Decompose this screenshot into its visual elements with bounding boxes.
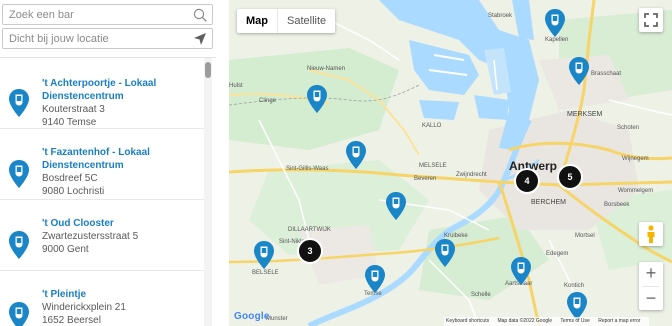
zoom-controls: + − [639, 262, 663, 310]
map-bar-pin[interactable] [253, 240, 275, 270]
item-street: Bosdreef 5C [42, 173, 98, 184]
bar-pin-icon [9, 302, 29, 326]
locate-arrow-icon[interactable] [193, 32, 207, 46]
map-type-map-button[interactable]: Map [237, 9, 277, 33]
map-bar-pin[interactable] [434, 238, 456, 268]
list-item[interactable]: 't Oud Clooster Zwartezustersstraat 5 90… [0, 200, 204, 271]
label-clinge: Clinge [259, 98, 277, 104]
zoom-in-button[interactable]: + [639, 262, 663, 286]
google-logo[interactable]: Google [234, 311, 270, 322]
fullscreen-button[interactable] [639, 8, 663, 32]
map-bar-pin[interactable] [306, 84, 328, 114]
item-city: 9000 Gent [42, 244, 89, 255]
map-attribution: Keyboard shortcuts Map data ©2022 Google… [444, 317, 650, 326]
fullscreen-icon [644, 13, 658, 27]
list-item[interactable]: 't Fazantenhof - Lokaal Dienstencentrum … [0, 129, 204, 200]
label-zwijndrecht: Zwijndrecht [456, 172, 487, 178]
bar-pin-icon [9, 160, 29, 188]
map-bar-pin[interactable] [568, 56, 590, 86]
label-schoten: Schoten [617, 125, 640, 131]
label-mortsel: Mortsel [575, 233, 595, 239]
terms-link[interactable]: Terms of Use [560, 318, 589, 324]
label-borsbeek: Borsbeek [604, 202, 630, 208]
item-name[interactable]: 't Pleintje [42, 288, 202, 301]
street-view-button[interactable] [639, 222, 663, 246]
report-error-link[interactable]: Report a map error [598, 318, 640, 324]
map[interactable]: Antwerp Stabroek Kapellen Brasschaat Nie… [229, 0, 672, 326]
label-wommelgem: Wommelgem [618, 188, 654, 194]
results-panel: 't Achterpoortje - Lokaal Dienstencentru… [0, 0, 216, 326]
item-name[interactable]: 't Fazantenhof - Lokaal Dienstencentrum [42, 146, 202, 172]
item-name[interactable]: 't Oud Clooster [42, 217, 202, 230]
list-scrollbar[interactable] [204, 58, 212, 326]
item-street: Zwartezustersstraat 5 [42, 231, 139, 242]
label-wijnegem: Wijnegem [622, 156, 649, 162]
google-logo-text: Google [234, 311, 270, 322]
label-sint-gillis: Sint-Gillis-Waas [286, 166, 329, 172]
map-type-control: Map Satellite [237, 9, 336, 33]
scrollbar-thumb[interactable] [205, 62, 211, 78]
label-beveren: Beveren [414, 176, 437, 182]
map-cluster-marker[interactable]: 4 [514, 168, 540, 194]
list-item[interactable]: 't Achterpoortje - Lokaal Dienstencentru… [0, 58, 204, 129]
search-icon[interactable] [193, 8, 207, 22]
item-street: Kouterstraat 3 [42, 104, 105, 115]
label-stabroek: Stabroek [488, 13, 513, 19]
item-city: 9080 Lochristi [42, 186, 105, 197]
keyboard-shortcuts-link[interactable]: Keyboard shortcuts [446, 318, 489, 324]
map-tiles[interactable] [229, 0, 672, 326]
bar-pin-icon [9, 89, 29, 117]
label-hulst: Hulst [229, 83, 243, 89]
results-list: 't Achterpoortje - Lokaal Dienstencentru… [0, 57, 216, 326]
location-field[interactable] [2, 28, 213, 49]
map-bar-pin[interactable] [385, 191, 407, 221]
label-brasschaat: Brasschaat [591, 71, 622, 77]
item-city: 9140 Temse [42, 117, 97, 128]
label-schelle: Schelle [471, 292, 491, 298]
map-bar-pin[interactable] [364, 264, 386, 294]
label-edegem: Edegem [546, 251, 569, 257]
map-data-text: Map data ©2022 Google [497, 318, 553, 324]
search-field[interactable] [2, 4, 213, 25]
label-dillaartwijk: DILLAARTWIJK [288, 227, 331, 233]
label-kallo: KALLO [422, 123, 442, 129]
map-bar-pin[interactable] [510, 256, 532, 286]
map-type-satellite-button[interactable]: Satellite [278, 9, 335, 33]
map-bar-pin[interactable] [345, 140, 367, 170]
bar-pin-icon [9, 231, 29, 259]
pegman-icon [647, 225, 655, 243]
item-name[interactable]: 't Achterpoortje - Lokaal Dienstencentru… [42, 77, 202, 103]
label-nieuw-namen: Nieuw-Namen [307, 66, 346, 72]
label-kontich: Kontich [564, 283, 585, 289]
location-input[interactable] [3, 29, 212, 48]
search-input[interactable] [3, 5, 212, 24]
map-bar-pin[interactable] [544, 8, 566, 38]
store-locator: 't Achterpoortje - Lokaal Dienstencentru… [0, 0, 672, 326]
label-merksem: MERKSEM [567, 111, 603, 118]
label-melsele: MELSELE [419, 163, 447, 169]
list-item[interactable]: 't Pleintje Winderickxplein 21 1652 Beer… [0, 271, 204, 326]
item-street: Winderickxplein 21 [42, 302, 126, 313]
label-belsele: BELSELE [252, 270, 279, 276]
zoom-out-button[interactable]: − [639, 287, 663, 311]
label-berchem: BERCHEM [531, 199, 567, 206]
map-cluster-marker[interactable]: 3 [297, 238, 323, 264]
map-cluster-marker[interactable]: 5 [557, 164, 583, 190]
item-city: 1652 Beersel [42, 315, 101, 326]
